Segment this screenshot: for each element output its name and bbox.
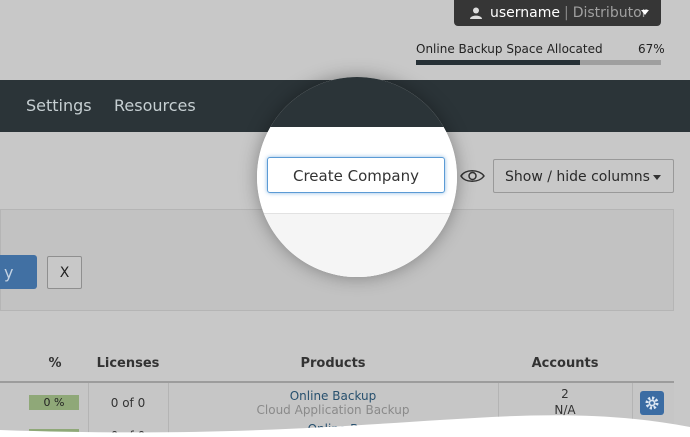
user-menu[interactable]: username | Distributor — [454, 0, 661, 26]
percent-badge: 0 % — [29, 395, 79, 410]
space-allocated-label: Online Backup Space Allocated — [416, 42, 603, 56]
percent-badge — [29, 429, 79, 437]
nav-item-resources[interactable]: Resources — [114, 96, 196, 115]
space-progress-fill — [416, 60, 581, 65]
nav-item-settings[interactable]: Settings — [26, 96, 92, 115]
column-header-products[interactable]: Products — [168, 356, 498, 371]
eye-icon[interactable] — [455, 161, 490, 191]
column-header-licenses[interactable]: Licenses — [88, 356, 168, 371]
role-separator: | — [564, 5, 569, 21]
username-label: username — [490, 5, 560, 21]
accounts-count: 2 — [561, 387, 569, 401]
product-link[interactable]: Online B — [168, 422, 498, 436]
licenses-cell: 0 of 0 — [110, 429, 146, 437]
chevron-down-icon — [641, 10, 649, 15]
product-subtitle: Cloud Application Backup — [256, 403, 410, 417]
row-settings-button[interactable] — [640, 391, 664, 415]
accounts-sub: N/A — [554, 403, 576, 417]
space-allocated-percent: 67% — [638, 42, 665, 56]
show-hide-columns-button[interactable]: Show / hide columns — [493, 159, 674, 193]
create-company-button[interactable]: Create Company — [267, 157, 445, 193]
licenses-cell: 0 of 0 — [110, 396, 146, 410]
magnified-navbar — [257, 77, 457, 127]
apply-filter-button[interactable]: y — [0, 255, 37, 289]
chevron-down-icon — [653, 175, 661, 180]
role-label: Distributor — [572, 5, 648, 21]
column-header-percent[interactable]: % — [40, 356, 70, 371]
column-header-accounts[interactable]: Accounts — [498, 356, 632, 371]
show-hide-columns-label: Show / hide columns — [505, 169, 650, 185]
space-progress-bar — [416, 60, 661, 65]
column-divider — [632, 383, 633, 437]
clear-filter-button[interactable]: X — [47, 256, 82, 289]
magnified-filter-panel — [257, 213, 457, 277]
user-icon — [470, 7, 482, 19]
magnifier-callout: Create Company — [257, 77, 457, 277]
product-link[interactable]: Online Backup — [168, 389, 498, 403]
gear-icon — [645, 396, 659, 410]
